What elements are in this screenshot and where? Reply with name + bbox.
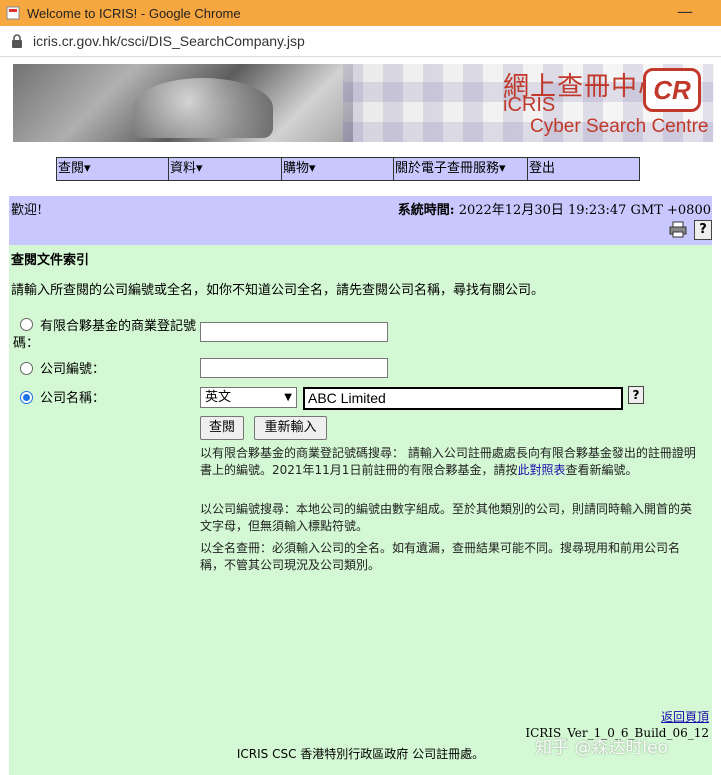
- address-bar[interactable]: icris.cr.gov.hk/csci/DIS_SearchCompany.j…: [0, 26, 721, 57]
- company-number-input[interactable]: [200, 358, 388, 378]
- url-text[interactable]: icris.cr.gov.hk/csci/DIS_SearchCompany.j…: [33, 33, 305, 49]
- brn-input[interactable]: [200, 322, 388, 342]
- radio-company-number[interactable]: [20, 362, 33, 375]
- banner-subtitle: Cyber Search Centre: [530, 116, 709, 137]
- search-instruction: 請輸入所查閱的公司編號或全名，如你不知道公司全名，請先查閱公司名稱，尋找有關公司…: [11, 283, 545, 298]
- site-banner: 網上查冊中心 CR iCRIS Cyber Search Centre: [13, 64, 714, 142]
- chrome-page-icon: [6, 6, 20, 20]
- window-title: Welcome to ICRIS! - Google Chrome: [27, 5, 241, 21]
- label-company-name: 公司名稱：: [40, 391, 106, 406]
- welcome-bar: 歡迎! 系統時間: 2022年12月30日 19:23:47 GMT +0800…: [9, 196, 712, 245]
- banner-brand: iCRIS: [503, 94, 556, 116]
- lock-icon: [12, 34, 22, 48]
- system-time-label: 系統時間:: [397, 203, 455, 218]
- help-icon[interactable]: ?: [694, 220, 712, 240]
- search-button[interactable]: 查閱: [200, 416, 244, 440]
- note-company-number: 以公司編號搜尋：本地公司的編號由數字組成。至於其他類別的公司，則請同時輸入開首的…: [200, 502, 693, 533]
- note-brn-text-end: 查看新編號。: [565, 463, 638, 477]
- help-icon-name[interactable]: ?: [628, 386, 644, 404]
- note-full-name: 以全名查冊：必須輸入公司的全名。如有遺漏，查冊結果可能不同。搜尋現用和前用公司名…: [200, 541, 681, 572]
- cr-logo: CR: [643, 68, 701, 112]
- menu-logout[interactable]: 登出: [528, 158, 639, 180]
- printer-icon[interactable]: [669, 221, 687, 238]
- language-select-value: 英文: [205, 390, 232, 405]
- system-time: 系統時間: 2022年12月30日 19:23:47 GMT +0800: [398, 199, 711, 218]
- system-time-value: 2022年12月30日 19:23:47 GMT +0800: [454, 203, 711, 218]
- radio-company-name[interactable]: [20, 391, 33, 404]
- menu-search[interactable]: 查閱▾: [57, 158, 169, 180]
- chevron-down-icon: ▼: [284, 392, 292, 403]
- page-heading: 查閱文件索引: [11, 253, 90, 268]
- language-select[interactable]: 英文 ▼: [200, 387, 297, 408]
- menu-info[interactable]: 資料▾: [169, 158, 282, 180]
- note-brn: 以有限合夥基金的商業登記號碼搜尋： 請輸入公司註冊處處長向有限合夥基金發出的註冊…: [200, 445, 700, 479]
- browser-title-bar: Welcome to ICRIS! - Google Chrome —: [0, 0, 721, 26]
- menu-about[interactable]: 關於電子查冊服務▾: [394, 158, 528, 180]
- menu-shopping[interactable]: 購物▾: [282, 158, 394, 180]
- minimize-button[interactable]: —: [675, 2, 695, 21]
- main-menu: 查閱▾ 資料▾ 購物▾ 關於電子查冊服務▾ 登出: [56, 157, 640, 181]
- label-company-number: 公司編號：: [40, 362, 106, 377]
- banner-photo-building: [133, 78, 273, 138]
- back-to-top-link[interactable]: 返回頁頂: [661, 708, 709, 725]
- mapping-table-link[interactable]: 此對照表: [517, 463, 565, 477]
- zhihu-watermark: 知乎 @森达时leo: [535, 738, 668, 758]
- reset-button[interactable]: 重新輸入: [254, 416, 327, 440]
- company-name-input[interactable]: ABC Limited: [303, 387, 623, 410]
- search-panel: 查閱文件索引 請輸入所查閱的公司編號或全名，如你不知道公司全名，請先查閱公司名稱…: [9, 245, 712, 775]
- label-brn: 有限合夥基金的商業登記號碼：: [13, 319, 197, 351]
- welcome-greeting: 歡迎!: [11, 203, 43, 218]
